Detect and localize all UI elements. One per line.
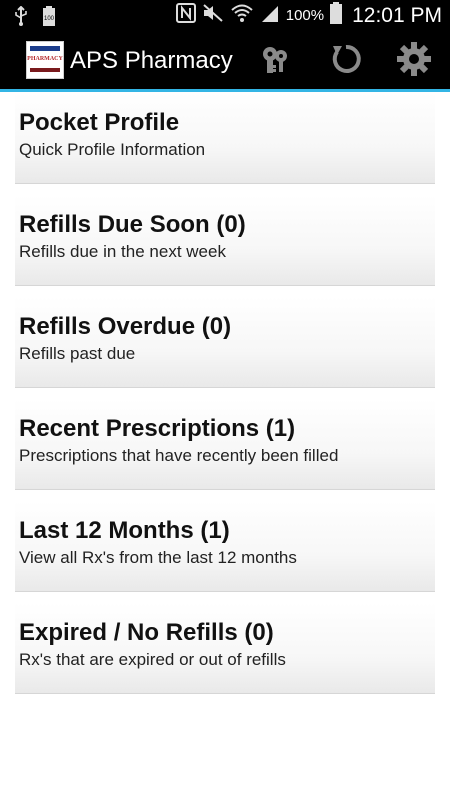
battery-100-icon: 100 [42,6,56,31]
menu-item-title: Refills Overdue (0) [19,313,232,340]
action-bar: PHARMACY APS Pharmacy [0,31,450,92]
menu-item-pocket-profile[interactable]: Pocket Profile Quick Profile Information [15,93,435,183]
menu-item-title: Recent Prescriptions (1) [19,415,296,442]
menu-item-subtitle: Quick Profile Information [19,140,206,159]
battery-100-label: 100 [44,16,55,22]
menu-item-subtitle: Refills due in the next week [19,242,226,261]
logo-text: PHARMACY [27,56,63,62]
nfc-icon [175,3,196,28]
menu-item-last-12-months[interactable]: Last 12 Months (1) View all Rx's from th… [15,501,435,591]
status-bar: 100 100% 12:01 PM [0,0,450,31]
key-button[interactable] [255,41,295,81]
menu-item-subtitle: Rx's that are expired or out of refills [19,650,286,669]
menu-item-title: Last 12 Months (1) [19,517,230,544]
battery-percent: 100% [285,7,325,24]
menu-item-refills-due-soon[interactable]: Refills Due Soon (0) Refills due in the … [15,195,435,285]
action-bar-accent-line [0,89,450,92]
menu-item-title: Expired / No Refills (0) [19,619,274,646]
settings-icon [396,41,432,82]
menu-item-subtitle: View all Rx's from the last 12 months [19,548,297,567]
clock: 12:01 PM [352,3,442,27]
menu-item-refills-overdue[interactable]: Refills Overdue (0) Refills past due [15,297,435,387]
menu-item-title: Pocket Profile [19,109,180,136]
menu-item-subtitle: Prescriptions that have recently been fi… [19,446,339,465]
app-logo[interactable]: PHARMACY [26,41,64,79]
signal-icon [260,3,280,28]
refresh-button[interactable] [326,41,366,81]
menu-list: Pocket Profile Quick Profile Information… [15,93,435,705]
mute-icon [202,3,224,28]
menu-item-title: Refills Due Soon (0) [19,211,246,238]
battery-icon [330,2,343,29]
usb-icon [14,5,28,31]
menu-item-recent-prescriptions[interactable]: Recent Prescriptions (1) Prescriptions t… [15,399,435,489]
menu-item-expired-no-refills[interactable]: Expired / No Refills (0) Rx's that are e… [15,603,435,693]
wifi-icon [230,3,254,28]
refresh-icon [329,42,363,81]
settings-button[interactable] [394,41,434,81]
app-title: APS Pharmacy [70,47,233,74]
menu-item-subtitle: Refills past due [19,344,136,363]
key-icon [259,43,291,80]
